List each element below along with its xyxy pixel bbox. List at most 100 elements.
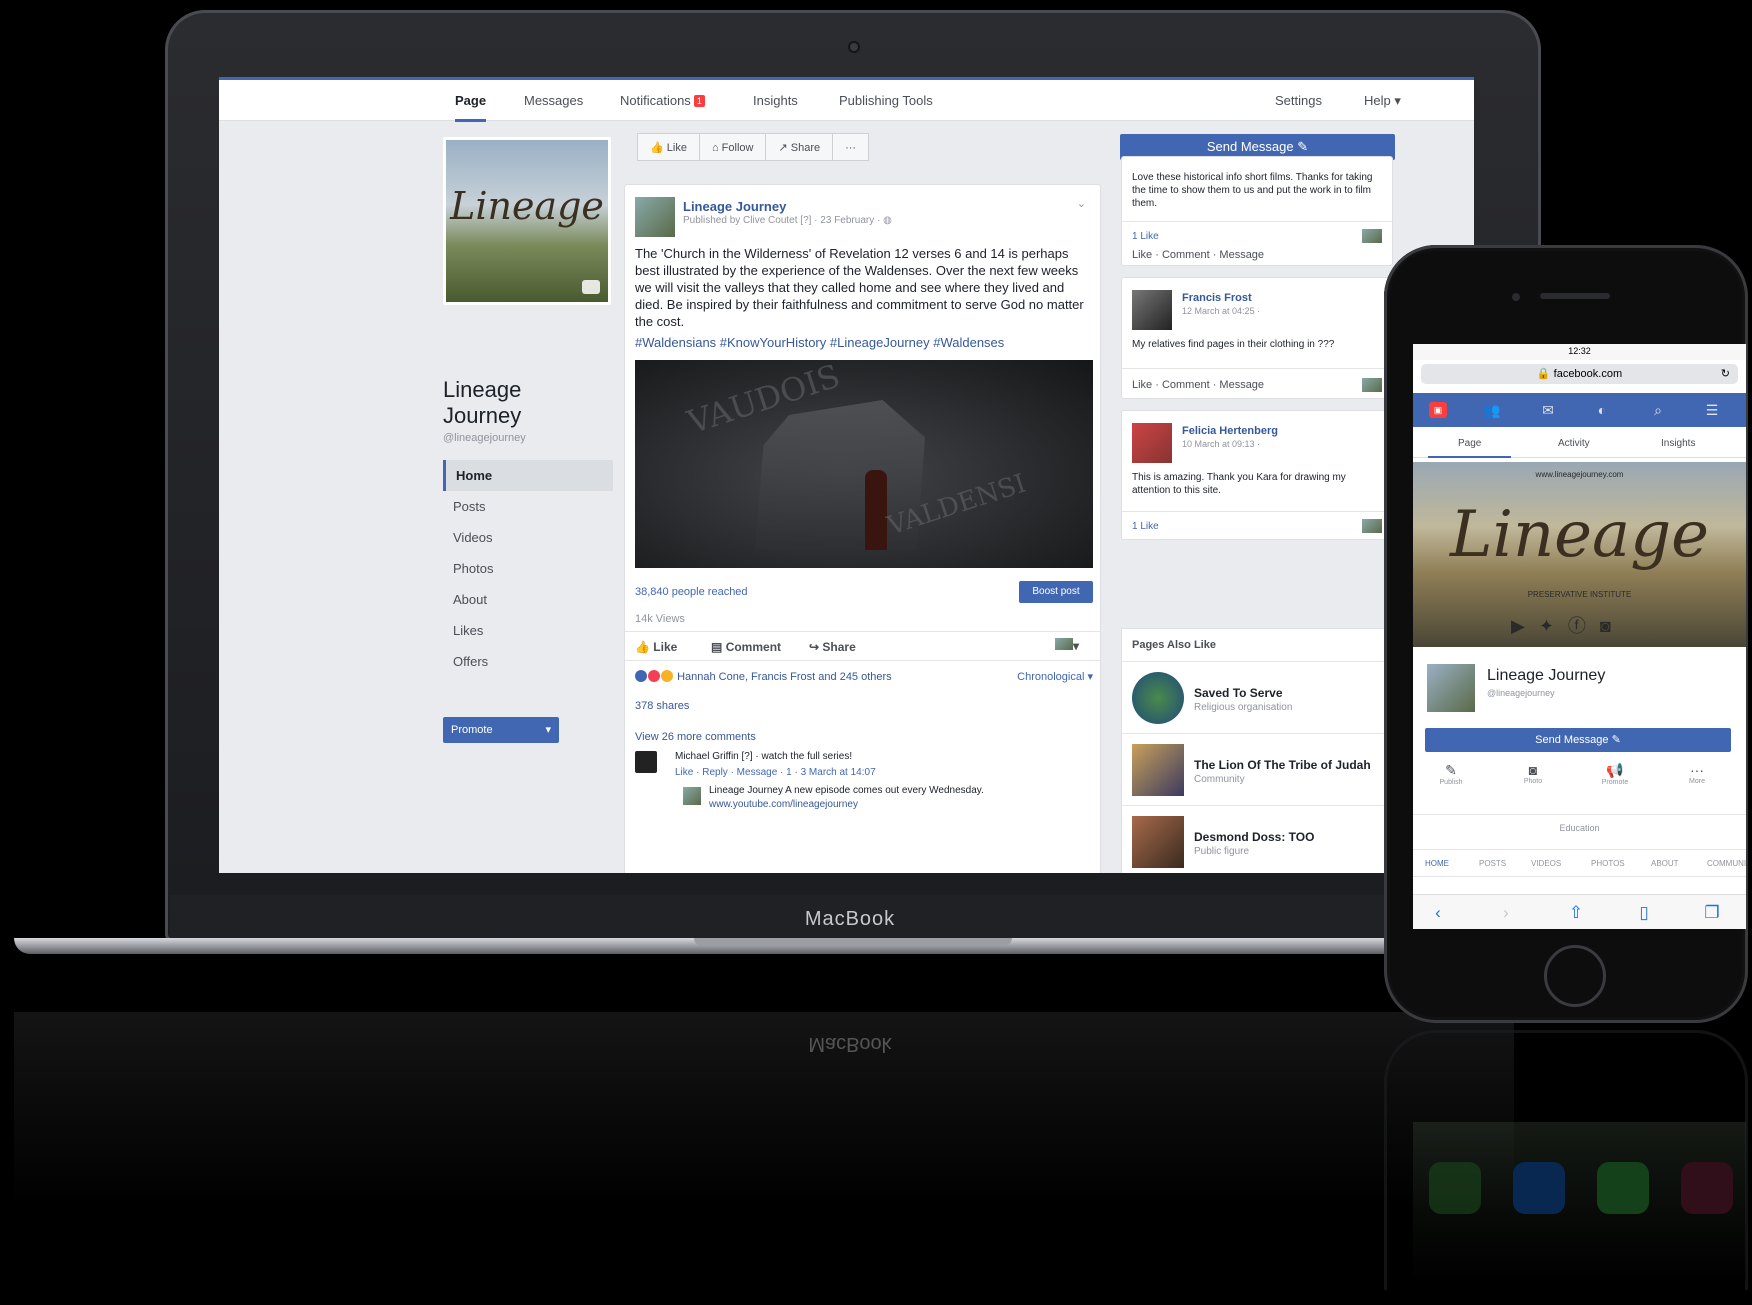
tab-page[interactable]: Page <box>455 93 487 122</box>
phone-subtabs: HOME POSTS VIDEOS PHOTOS ABOUT COMMUNITY <box>1413 849 1746 877</box>
subtab-posts[interactable]: POSTS <box>1479 859 1506 868</box>
commenter-avatar[interactable] <box>635 751 657 773</box>
page-avatar-mini[interactable] <box>1362 229 1382 243</box>
boost-post-button[interactable]: Boost post <box>1019 581 1093 603</box>
post-as-selector[interactable]: ▾ <box>1055 638 1079 653</box>
page-action-bar: 👍 Like ⌂ Follow ↗ Share ··· <box>637 133 870 161</box>
comment-order-dropdown[interactable]: Chronological ▾ <box>1017 670 1093 683</box>
view-more-comments[interactable]: View 26 more comments <box>635 731 756 743</box>
safari-toolbar: ‹ › ⇧ ▯ ❐ <box>1413 894 1746 929</box>
reload-icon[interactable]: ↻ <box>1721 364 1730 384</box>
forward-icon[interactable]: › <box>1491 903 1521 923</box>
follow-button[interactable]: ⌂ Follow <box>698 133 767 161</box>
card-like-count[interactable]: 1 Like <box>1132 231 1159 242</box>
suggested-page[interactable]: Saved To Serve Religious organisation <box>1122 661 1394 733</box>
suggested-page[interactable]: The Lion Of The Tribe of Judah Community <box>1122 733 1394 805</box>
subtab-videos[interactable]: VIDEOS <box>1531 859 1561 868</box>
publish-button[interactable]: ✎ Publish <box>1421 762 1481 786</box>
page-handle[interactable]: @lineagejourney <box>443 432 526 444</box>
reach-count[interactable]: 38,840 people reached <box>635 586 748 598</box>
comment-button[interactable]: ▤ Comment <box>711 640 781 654</box>
phone-home-button[interactable] <box>1544 945 1606 1007</box>
pencil-icon: ✎ <box>1297 139 1309 154</box>
promote-button[interactable]: 📢 Promote <box>1585 762 1645 786</box>
reaction-summary[interactable]: Hannah Cone, Francis Frost and 245 other… <box>635 670 892 683</box>
chevron-down-icon[interactable]: ⌄ <box>1077 197 1086 210</box>
comment-actions[interactable]: Like · Reply · Message · 1 · 3 March at … <box>675 767 876 778</box>
friends-icon[interactable]: 👥 <box>1483 402 1501 418</box>
bookmarks-icon[interactable]: ▯ <box>1629 903 1659 923</box>
post-meta-text: Published by Clive Coutet [?] · 23 Febru… <box>683 215 884 226</box>
card-actions[interactable]: Like · Comment · Message <box>1132 379 1264 391</box>
photo-button[interactable]: ◙ Photo <box>1503 762 1563 785</box>
phone-profile-picture[interactable] <box>1425 662 1477 714</box>
post-author[interactable]: Lineage Journey <box>683 199 786 214</box>
share-count[interactable]: 378 shares <box>635 700 689 712</box>
page-title: Lineage Journey <box>443 377 522 428</box>
image-person <box>865 470 887 550</box>
search-icon[interactable]: ⌕ <box>1649 402 1667 418</box>
nav-item-home[interactable]: Home <box>443 460 613 491</box>
share-icon[interactable]: ⇧ <box>1561 903 1591 923</box>
tab-activity[interactable]: Activity <box>1558 438 1590 449</box>
back-icon[interactable]: ‹ <box>1423 903 1453 923</box>
tabs-icon[interactable]: ❐ <box>1697 903 1727 923</box>
reply-link[interactable]: www.youtube.com/lineagejourney <box>709 799 858 810</box>
nav-item-videos[interactable]: Videos <box>443 522 613 553</box>
card-like-count[interactable]: 1 Like <box>1132 521 1159 532</box>
page-switch-icon[interactable]: ▣ <box>1429 402 1447 418</box>
page-avatar-mini[interactable] <box>1362 519 1382 533</box>
post-text: The 'Church in the Wilderness' of Revela… <box>635 246 1084 329</box>
post-hashtags[interactable]: #Waldensians #KnowYourHistory #LineageJo… <box>635 335 1093 350</box>
nav-item-likes[interactable]: Likes <box>443 615 613 646</box>
phone-cover-photo[interactable]: www.lineagejourney.com Lineage PRESERVAT… <box>1413 462 1746 647</box>
page-avatar-mini[interactable] <box>1362 378 1382 392</box>
nav-item-about[interactable]: About <box>443 584 613 615</box>
caret-down-icon: ▾ <box>1073 639 1080 653</box>
phone-send-message-button[interactable]: Send Message ✎ <box>1425 728 1731 752</box>
reply-avatar[interactable] <box>683 787 701 805</box>
notifications-icon[interactable]: ◐ <box>1593 402 1611 418</box>
suggested-page[interactable]: Desmond Doss: TOO Public figure <box>1122 805 1394 873</box>
share-button[interactable]: ↪ Share <box>809 640 856 654</box>
tab-notifications[interactable]: Notifications 1 <box>620 93 705 108</box>
nav-item-posts[interactable]: Posts <box>443 491 613 522</box>
tab-messages[interactable]: Messages <box>524 93 583 108</box>
subtab-photos[interactable]: PHOTOS <box>1591 859 1625 868</box>
commenter-name[interactable]: Felicia Hertenberg <box>1182 425 1278 437</box>
card-actions[interactable]: Like · Comment · Message <box>1132 249 1264 261</box>
tab-publishing-tools[interactable]: Publishing Tools <box>839 93 933 108</box>
subtab-about[interactable]: ABOUT <box>1651 859 1679 868</box>
post-image[interactable]: VAUDOIS VALDENSI <box>635 360 1093 568</box>
tab-settings[interactable]: Settings <box>1275 93 1322 108</box>
promote-button[interactable]: Promote ▾ <box>443 717 559 743</box>
tab-insights[interactable]: Insights <box>753 93 798 108</box>
suggested-page-avatar <box>1132 672 1184 724</box>
commenter-avatar[interactable] <box>1132 290 1172 330</box>
subtab-community[interactable]: COMMUNITY <box>1707 859 1746 868</box>
menu-icon[interactable]: ☰ <box>1703 402 1721 418</box>
nav-item-photos[interactable]: Photos <box>443 553 613 584</box>
camera-icon[interactable] <box>582 280 600 294</box>
phone-url-bar[interactable]: 🔒 facebook.com ↻ <box>1421 364 1738 384</box>
tab-help[interactable]: Help ▾ <box>1364 93 1401 109</box>
commenter-name[interactable]: Francis Frost <box>1182 292 1252 304</box>
phone-url: facebook.com <box>1553 368 1623 380</box>
share-page-button[interactable]: ↗ Share <box>765 133 834 161</box>
like-page-button[interactable]: 👍 Like <box>637 133 700 161</box>
megaphone-icon: 📢 <box>1606 762 1624 778</box>
messenger-icon[interactable]: ✉ <box>1539 402 1557 418</box>
like-button[interactable]: 👍 Like <box>635 640 677 654</box>
thumbs-up-icon: 👍 <box>635 640 650 654</box>
reaction-names: Hannah Cone, Francis Frost and 245 other… <box>677 671 892 683</box>
profile-picture[interactable]: Lineage <box>443 137 611 305</box>
more-button[interactable]: ··· More <box>1667 762 1727 785</box>
tab-insights[interactable]: Insights <box>1661 438 1695 449</box>
tab-page[interactable]: Page <box>1427 438 1513 458</box>
more-label: More <box>1689 778 1705 785</box>
commenter-avatar[interactable] <box>1132 423 1172 463</box>
subtab-home[interactable]: HOME <box>1425 859 1449 868</box>
nav-item-offers[interactable]: Offers <box>443 646 613 677</box>
post-avatar[interactable] <box>635 197 675 237</box>
more-button[interactable]: ··· <box>832 133 870 161</box>
